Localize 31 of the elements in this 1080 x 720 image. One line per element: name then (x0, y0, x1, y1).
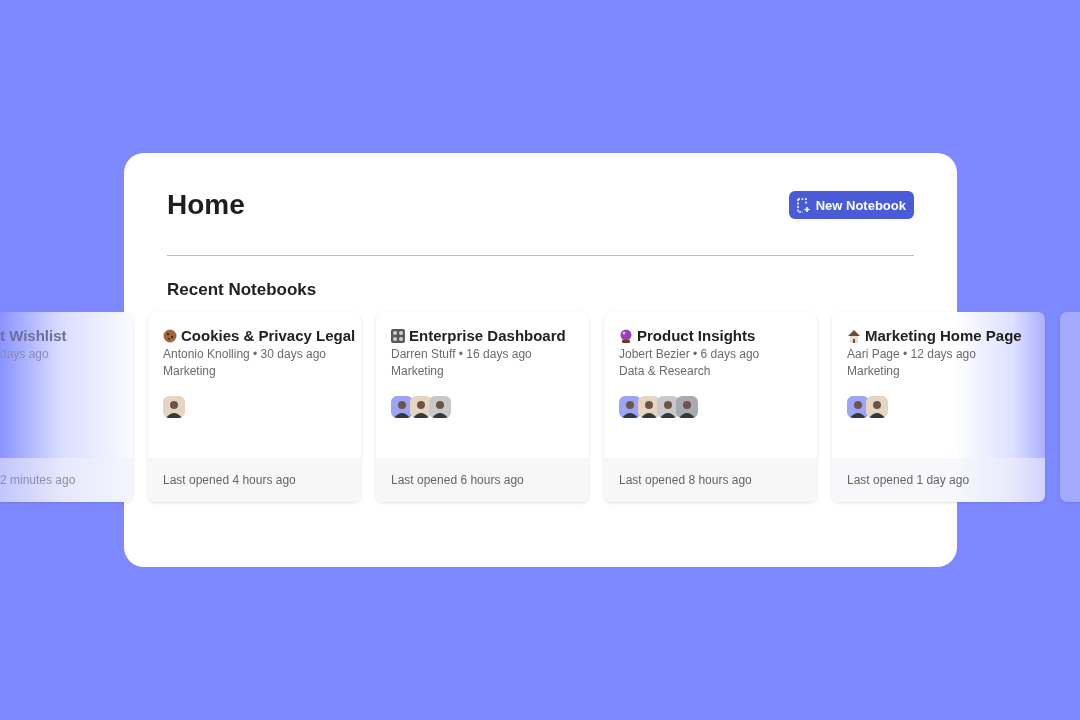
notebook-title: Cookies & Privacy Legal (181, 327, 356, 344)
new-notebook-button[interactable]: New Notebook (788, 191, 914, 219)
last-opened: Last opened 8 hours ago (619, 473, 752, 487)
last-opened: Last opened 4 hours ago (163, 473, 296, 487)
notebook-meta: Darren Stuff • 16 days ago (391, 347, 533, 361)
notebook-plus-icon (795, 197, 810, 213)
notebook-meta: Aari Page • 12 days ago (847, 347, 977, 361)
notebook-card[interactable]: Marketing Home Page Aari Page • 12 days ago Marketing Last opened 1 day ago (832, 312, 1045, 502)
notebook-title: Enterprise Dashboard (409, 327, 566, 344)
notebook-card[interactable]: Enterprise Dashboard Darren Stuff • 16 days ago Marketing Last opened 6 hours ago (376, 312, 589, 502)
house-icon (847, 328, 861, 343)
last-opened: Last opened 1 day ago (847, 473, 970, 487)
notebook-meta: Jobert Bezier • 6 days ago (619, 347, 761, 361)
notebook-card[interactable]: Product Insights Jobert Bezier • 6 days ago Data & Research Last opened 8 hours ago (604, 312, 817, 502)
grid-icon (391, 328, 405, 343)
notebook-team: Marketing (163, 364, 217, 378)
crystal-ball-icon (619, 328, 633, 343)
notebook-team: Marketing (847, 364, 901, 378)
cookie-icon (163, 328, 177, 343)
notebook-title: t Wishlist (0, 327, 67, 344)
page-title: Home (167, 189, 245, 221)
notebook-meta: Antonio Knolling • 30 days ago (163, 347, 327, 361)
last-opened: Last opened 6 hours ago (391, 473, 524, 487)
notebook-team: Marketing (391, 364, 445, 378)
notebook-card[interactable]: Cookies & Privacy Legal Antonio Knolling • 30 days ago Marketing Last opened 4 hours ago (148, 312, 361, 502)
notebook-meta: days ago (0, 347, 50, 361)
section-title: Recent Notebooks (167, 280, 318, 300)
notebook-title: Product Insights (637, 327, 756, 344)
last-opened: 2 minutes ago (0, 473, 76, 487)
notebook-title: Marketing Home Page (865, 327, 1022, 344)
notebook-team: Data & Research (619, 364, 712, 378)
